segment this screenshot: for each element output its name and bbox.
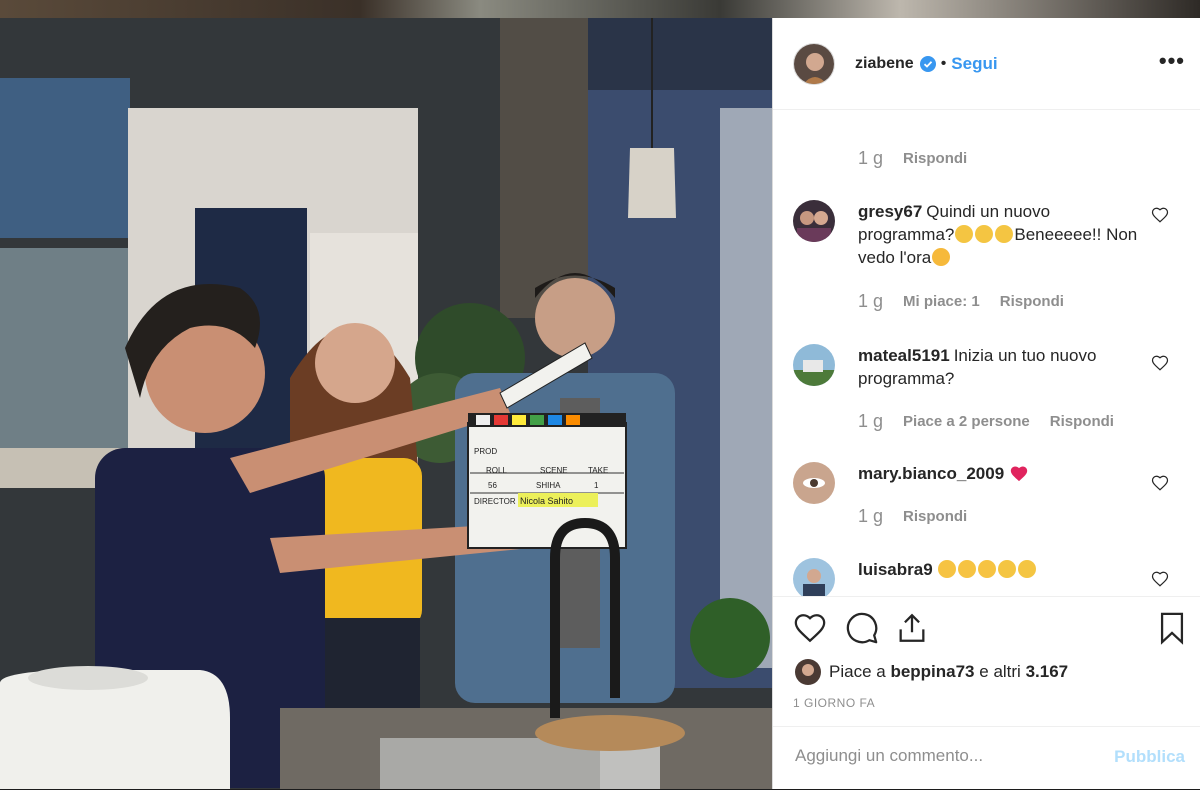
comment-bubble-icon[interactable]: [845, 611, 879, 645]
svg-text:SCENE: SCENE: [540, 466, 568, 475]
comment-meta: 1 g Mi piace: 1 Rispondi: [858, 291, 1084, 312]
liker-avatar: [795, 659, 821, 685]
commenter-username[interactable]: mateal5191: [858, 346, 950, 365]
like-comment-heart-icon[interactable]: [1151, 474, 1169, 492]
verified-badge-icon: [919, 55, 936, 72]
comment-meta: 1 g Rispondi: [858, 148, 987, 169]
post-photo[interactable]: PROD ROLL SCENE TAKE 56 SHIHA 1 DIRECTOR…: [0, 18, 772, 789]
svg-text:DIRECTOR: DIRECTOR: [474, 497, 516, 506]
post-header: ziabene • Segui •••: [773, 18, 1200, 110]
svg-text:PROD: PROD: [474, 447, 497, 456]
publish-button[interactable]: Pubblica: [1114, 747, 1185, 767]
comment-meta: 1 g Piace a 2 persone Rispondi: [858, 411, 1134, 432]
like-comment-heart-icon[interactable]: [1151, 354, 1169, 372]
clapping-hands-icon: [975, 225, 994, 243]
likes-middle: e altri: [979, 662, 1021, 681]
clapping-hands-icon: [995, 225, 1014, 243]
author-avatar[interactable]: [793, 42, 835, 85]
comment-time: 1 g: [858, 148, 884, 168]
svg-text:56: 56: [488, 481, 497, 490]
follow-button[interactable]: Segui: [951, 54, 997, 74]
comment-likes-count[interactable]: Mi piace: 1: [903, 293, 980, 310]
svg-text:1: 1: [594, 481, 599, 490]
red-heart-icon: [1009, 464, 1029, 482]
clapping-hands-icon: [997, 560, 1016, 578]
svg-text:TAKE: TAKE: [588, 466, 608, 475]
winking-tongue-icon: [977, 560, 996, 578]
winking-tongue-icon: [957, 560, 976, 578]
top-background-strip: [0, 0, 1200, 18]
separator-dot: •: [940, 54, 947, 72]
add-comment-bar: Pubblica: [773, 726, 1200, 790]
hugging-face-icon: [932, 248, 951, 266]
comment-likes-count[interactable]: Piace a 2 persone: [903, 413, 1030, 430]
liker-username[interactable]: beppina73: [890, 662, 974, 682]
comment-time: 1 g: [858, 506, 884, 526]
commenter-avatar[interactable]: [793, 344, 835, 386]
comment-meta: 1 g Rispondi: [858, 506, 987, 527]
comment-time: 1 g: [858, 411, 884, 431]
share-icon[interactable]: [895, 611, 929, 645]
comment-time: 1 g: [858, 291, 884, 311]
post-side-panel: ziabene • Segui ••• 1 g Rispondi gresy67…: [772, 18, 1200, 789]
author-username[interactable]: ziabene: [855, 55, 914, 73]
commenter-username[interactable]: luisabra9: [858, 560, 933, 579]
like-comment-heart-icon[interactable]: [1151, 570, 1169, 588]
comment-text: mateal5191 Inizia un tuo nuovo programma?: [858, 344, 1148, 390]
more-options-icon[interactable]: •••: [1159, 48, 1185, 74]
comment-text: gresy67 Quindi un nuovo programma? Beneeee…: [858, 200, 1148, 269]
reply-button[interactable]: Rispondi: [1050, 413, 1114, 430]
bookmark-icon[interactable]: [1155, 611, 1189, 645]
likes-summary[interactable]: Piace a beppina73 e altri 3.167: [795, 659, 1068, 685]
commenter-avatar[interactable]: [793, 462, 835, 504]
commenter-username[interactable]: mary.bianco_2009: [858, 464, 1004, 483]
post-photo-illustration: PROD ROLL SCENE TAKE 56 SHIHA 1 DIRECTOR…: [0, 18, 772, 789]
svg-text:ROLL: ROLL: [486, 466, 507, 475]
reply-button[interactable]: Rispondi: [903, 150, 967, 167]
reply-button[interactable]: Rispondi: [903, 508, 967, 525]
commenter-avatar[interactable]: [793, 558, 835, 596]
reply-button[interactable]: Rispondi: [1000, 293, 1064, 310]
post-actions: Piace a beppina73 e altri 3.167 1 GIORNO…: [773, 596, 1200, 727]
post-timestamp: 1 GIORNO FA: [793, 696, 876, 710]
likes-count[interactable]: 3.167: [1026, 662, 1069, 682]
comments-list[interactable]: 1 g Rispondi gresy67 Quindi un nuovo prog…: [773, 110, 1200, 596]
commenter-username[interactable]: gresy67: [858, 202, 922, 221]
svg-text:Nicola Sahito: Nicola Sahito: [520, 496, 573, 506]
svg-text:SHIHA: SHIHA: [536, 481, 561, 490]
comment-text: luisabra9: [858, 558, 1148, 581]
like-heart-icon[interactable]: [793, 611, 827, 645]
clapping-hands-icon: [1017, 560, 1036, 578]
like-comment-heart-icon[interactable]: [1151, 206, 1169, 224]
clapping-hands-icon: [955, 225, 974, 243]
comment-text: mary.bianco_2009: [858, 462, 1148, 485]
likes-prefix: Piace a: [829, 662, 886, 681]
winking-tongue-icon: [937, 560, 956, 578]
comment-input[interactable]: [793, 745, 1097, 767]
commenter-avatar[interactable]: [793, 200, 835, 242]
